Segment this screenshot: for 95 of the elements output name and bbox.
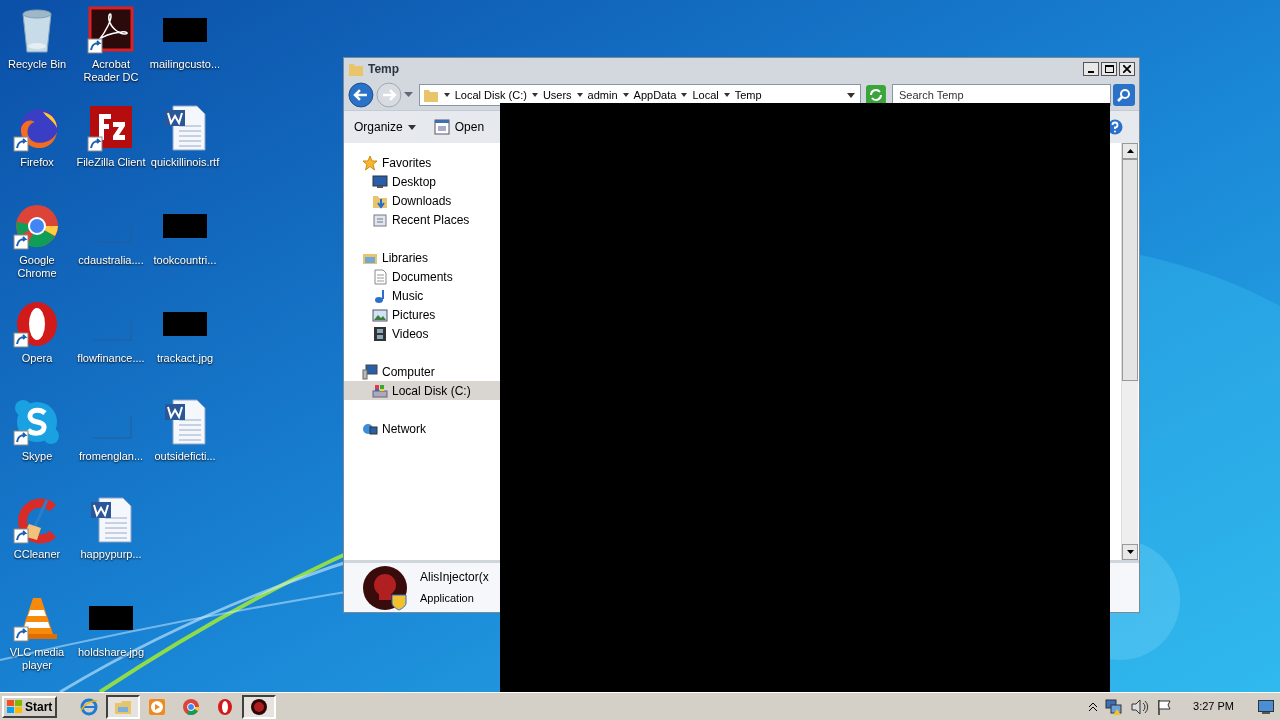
computer-icon — [362, 363, 378, 380]
breadcrumb-item[interactable]: AppData — [633, 86, 677, 104]
nav-item[interactable]: Videos — [344, 324, 500, 343]
caret-icon — [443, 93, 450, 97]
breadcrumb-item[interactable]: Local Disk (C:) — [454, 86, 527, 104]
star-icon — [362, 154, 378, 171]
network-icon[interactable] — [1105, 698, 1124, 715]
recent-places-icon — [372, 211, 388, 228]
caret-icon — [576, 93, 583, 97]
icon-label[interactable]: VLC media player — [0, 646, 74, 672]
caret-icon[interactable] — [847, 92, 855, 98]
icon-label[interactable]: Firefox — [0, 156, 74, 169]
folder-icon — [348, 61, 364, 77]
film-icon — [372, 325, 388, 342]
icon-label[interactable]: CCleaner — [0, 548, 74, 561]
chevron-up-icon[interactable] — [1089, 702, 1098, 711]
image-icon — [372, 306, 388, 323]
start-button[interactable]: Start — [2, 695, 58, 718]
icon-label[interactable]: mailingcusto... — [148, 58, 222, 71]
minimize-button[interactable] — [1083, 62, 1099, 76]
refresh-icon[interactable] — [866, 85, 886, 105]
cloud-icon[interactable] — [13, 398, 61, 446]
zigzag-logo-icon[interactable] — [87, 104, 135, 152]
icon-label[interactable]: Recycle Bin — [0, 58, 74, 71]
taskbar-app[interactable] — [106, 694, 141, 719]
ring-icon — [216, 697, 235, 716]
windows-logo-icon — [7, 699, 23, 714]
icon-label[interactable]: trackact.jpg — [148, 352, 222, 365]
nav-item[interactable]: Computer — [344, 362, 500, 381]
scrollbar[interactable] — [1121, 143, 1138, 560]
toolbar-button[interactable]: Open — [433, 118, 485, 136]
caret-icon — [622, 93, 629, 97]
window-title: Temp — [368, 61, 400, 78]
play-icon — [148, 697, 167, 716]
close-button[interactable] — [1119, 62, 1135, 76]
search-field[interactable]: Search Temp — [891, 84, 1112, 106]
icon-label[interactable]: holdshare.jpg — [74, 646, 148, 659]
file-type: Application — [420, 591, 475, 607]
nav-item[interactable]: Local Disk (C:) — [344, 381, 500, 400]
maximize-icon — [1104, 65, 1114, 73]
browser-circle-icon — [182, 697, 201, 716]
icon-label[interactable]: FileZilla Client — [74, 156, 148, 169]
skull-app-icon — [362, 564, 408, 611]
caret-icon — [531, 93, 538, 97]
icon-label[interactable]: tookcountri... — [148, 254, 222, 267]
browser-e-icon — [80, 697, 99, 716]
nav-item[interactable]: Libraries — [344, 248, 500, 267]
icon-label[interactable]: outsideficti... — [148, 450, 222, 463]
speaker-icon[interactable] — [1131, 698, 1150, 715]
drive-icon — [372, 382, 388, 399]
caret-icon — [407, 124, 416, 130]
toolbar-button[interactable]: Organize — [354, 118, 416, 136]
nav-item[interactable]: Documents — [344, 267, 500, 286]
taskbar-app[interactable] — [242, 694, 277, 719]
nav-item[interactable]: Downloads — [344, 191, 500, 210]
close-icon — [1123, 65, 1131, 73]
minimize-icon — [1088, 71, 1094, 73]
icon-label[interactable]: happypurp... — [74, 548, 148, 561]
caret-icon — [723, 93, 730, 97]
address-bar[interactable]: Local Disk (C:) Users admin AppData Local Temp — [418, 84, 861, 106]
flag-icon[interactable] — [1157, 698, 1174, 715]
nav-item[interactable]: Favorites — [344, 153, 500, 172]
ribbon-logo-icon[interactable] — [87, 6, 135, 54]
search-button[interactable] — [1113, 84, 1135, 106]
browser-circle-icon[interactable] — [13, 202, 61, 250]
document-icon — [372, 268, 388, 285]
nav-item[interactable]: Network — [344, 419, 500, 438]
clock[interactable]: 3:27 PM — [1193, 698, 1234, 715]
up-arrow-icon[interactable] — [1126, 149, 1134, 153]
icon-label[interactable]: Opera — [0, 352, 74, 365]
icon-label[interactable]: flowfinance.... — [74, 352, 148, 365]
icon-label[interactable]: Google Chrome — [0, 254, 74, 280]
monitor-icon — [372, 173, 388, 190]
maximize-button[interactable] — [1101, 62, 1117, 76]
caret-icon — [681, 93, 688, 97]
icon-label[interactable]: Skype — [0, 450, 74, 463]
window-icon — [433, 119, 450, 135]
nav-item[interactable]: Recent Places — [344, 210, 500, 229]
nav-item[interactable]: Music — [344, 286, 500, 305]
down-arrow-icon[interactable] — [1126, 550, 1134, 554]
icon-label[interactable]: cdaustralia.... — [74, 254, 148, 267]
nav-item[interactable]: Pictures — [344, 305, 500, 324]
file-name: AlisInjector(x — [420, 569, 489, 587]
round-app-icon — [250, 697, 269, 716]
search-icon — [1117, 88, 1132, 102]
breadcrumb-item[interactable]: admin — [587, 86, 618, 104]
icon-label[interactable]: Acrobat Reader DC — [74, 58, 148, 84]
icon-label[interactable]: quickillinois.rtf — [148, 156, 222, 169]
breadcrumb-item[interactable]: Local — [692, 86, 719, 104]
breadcrumb-item[interactable]: Users — [542, 86, 572, 104]
breadcrumb-item[interactable]: Temp — [734, 86, 762, 104]
icon-label[interactable]: fromenglan... — [74, 450, 148, 463]
folder-icon — [422, 87, 439, 103]
show-desktop-icon[interactable] — [1258, 699, 1274, 714]
nav-item[interactable]: Desktop — [344, 172, 500, 191]
